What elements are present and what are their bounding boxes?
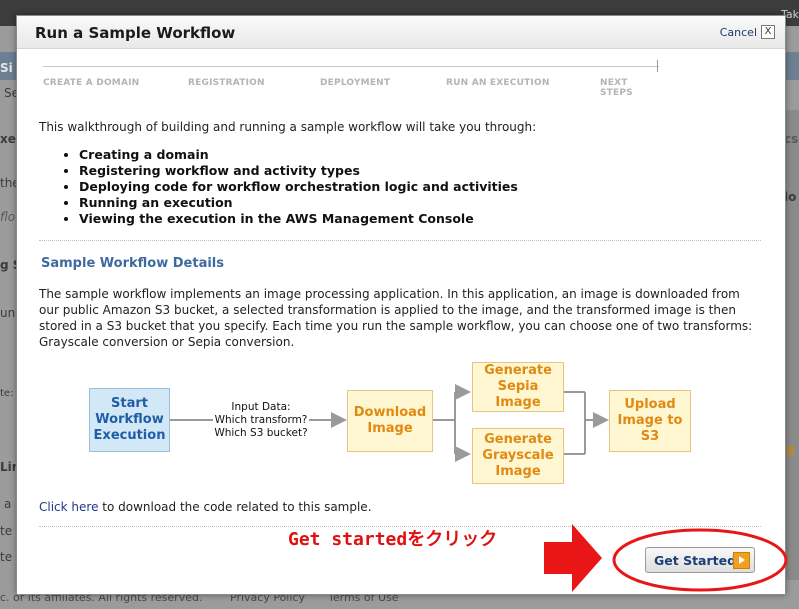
- list-item: Viewing the execution in the AWS Managem…: [79, 211, 518, 227]
- step-deployment: DEPLOYMENT: [320, 78, 391, 88]
- section-title: Sample Workflow Details: [41, 256, 224, 271]
- input-line: Which transform?: [214, 414, 308, 426]
- workflow-description: The sample workflow implements an image …: [39, 287, 753, 349]
- step-next-steps: NEXT STEPS: [600, 78, 633, 98]
- background-fragment: cs: [784, 132, 799, 146]
- diagram-start-box: Start Workflow Execution: [89, 388, 170, 452]
- dialog-header: Run a Sample Workflow Cancel X: [17, 16, 785, 49]
- input-line: Which S3 bucket?: [214, 427, 308, 439]
- diagram-download-box: Download Image: [347, 390, 433, 452]
- step-run-execution: RUN AN EXECUTION: [446, 78, 550, 88]
- diagram-input-label: Input Data: Which transform? Which S3 bu…: [213, 401, 309, 440]
- background-fragment: xe: [0, 132, 16, 146]
- intro-text: This walkthrough of building and running…: [39, 120, 537, 134]
- workflow-diagram: Start Workflow Execution Input Data: Whi…: [17, 356, 785, 496]
- list-item: Running an execution: [79, 195, 518, 211]
- get-started-label: Get Started: [654, 552, 737, 568]
- steps-end-marker: [657, 60, 658, 72]
- step-registration: REGISTRATION: [188, 78, 265, 88]
- play-arrow-icon: [733, 552, 750, 569]
- step-create-domain: CREATE A DOMAIN: [43, 78, 140, 88]
- get-started-button[interactable]: Get Started: [645, 547, 755, 573]
- download-code-link[interactable]: Click here: [39, 500, 98, 514]
- list-item: Creating a domain: [79, 147, 518, 163]
- run-sample-workflow-dialog: Run a Sample Workflow Cancel X CREATE A …: [16, 15, 786, 595]
- dialog-title: Run a Sample Workflow: [35, 24, 236, 42]
- annotation-text: Get startedをクリック: [288, 529, 498, 550]
- divider: [39, 240, 761, 241]
- background-fragment: Si: [0, 61, 13, 75]
- input-line: Input Data:: [231, 401, 291, 413]
- download-code-line: Click here to download the code related …: [39, 500, 372, 514]
- background-fragment: a: [4, 497, 12, 511]
- background-fragment: te: [0, 550, 13, 564]
- cancel-link[interactable]: Cancel: [720, 26, 757, 39]
- walkthrough-list: Creating a domain Registering workflow a…: [79, 147, 518, 227]
- cancel-control: Cancel X: [720, 25, 775, 39]
- download-code-text: to download the code related to this sam…: [98, 500, 372, 514]
- background-fragment: te: [0, 524, 13, 538]
- background-fragment: g: [786, 442, 795, 456]
- background-fragment: un: [0, 306, 16, 320]
- steps-progress-line: [43, 66, 659, 67]
- diagram-sepia-box: Generate Sepia Image: [472, 362, 564, 412]
- close-icon[interactable]: X: [761, 25, 775, 39]
- list-item: Registering workflow and activity types: [79, 163, 518, 179]
- list-item: Deploying code for workflow orchestratio…: [79, 179, 518, 195]
- diagram-upload-box: Upload Image to S3: [609, 390, 691, 452]
- background-fragment: te:: [0, 388, 14, 399]
- diagram-grayscale-box: Generate Grayscale Image: [472, 428, 564, 484]
- wizard-steps: CREATE A DOMAIN REGISTRATION DEPLOYMENT …: [41, 56, 661, 98]
